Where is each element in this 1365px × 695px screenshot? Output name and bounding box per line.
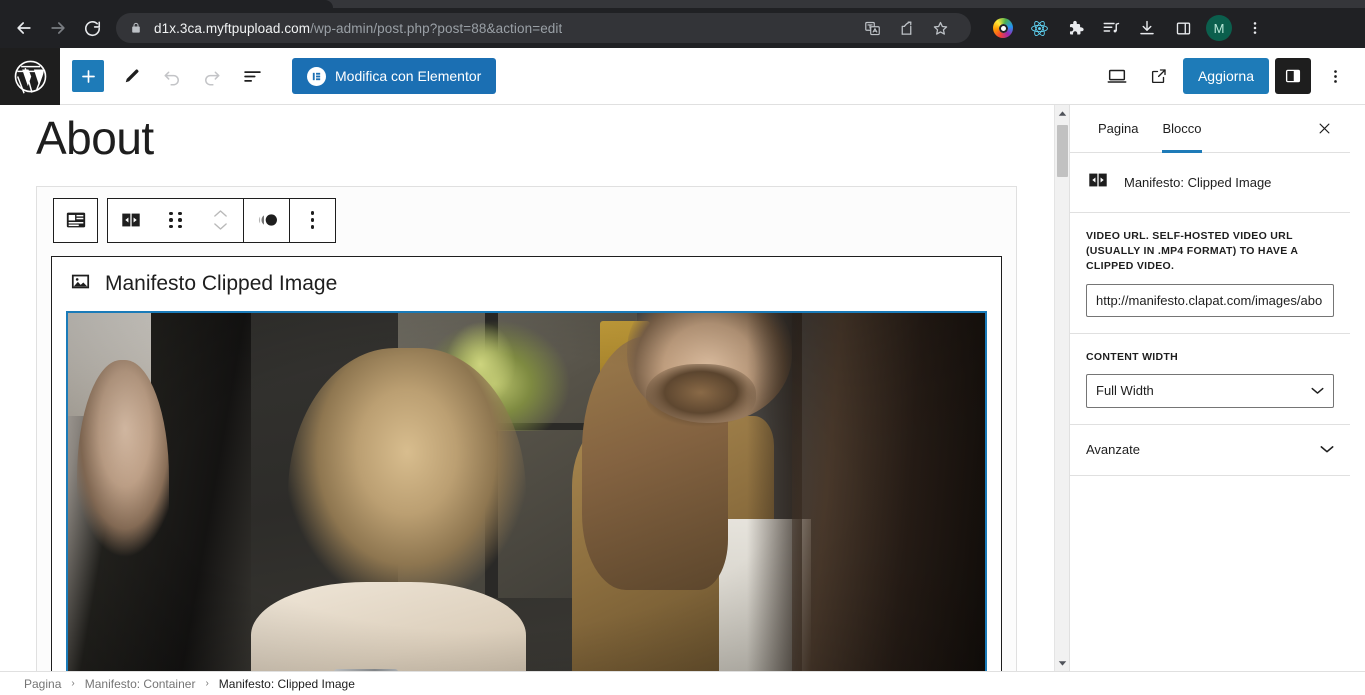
forward-arrow-icon[interactable] bbox=[42, 12, 74, 44]
browser-toolbar: d1x.3ca.myftpupload.com/wp-admin/post.ph… bbox=[0, 8, 1365, 48]
redo-icon bbox=[194, 58, 230, 94]
content-width-label: CONTENT WIDTH bbox=[1086, 350, 1178, 363]
document-list-view-icon[interactable] bbox=[234, 58, 270, 94]
editor-canvas-pane: About Manifesto Clipped Image bbox=[0, 105, 1069, 671]
chevron-down-icon bbox=[1311, 383, 1324, 398]
scroll-down-arrow-icon[interactable] bbox=[1055, 655, 1069, 671]
main-area: About Manifesto Clipped Image Pagina Blo… bbox=[0, 105, 1365, 671]
container-block[interactable]: Manifesto Clipped Image bbox=[36, 185, 1017, 671]
elementor-button-label: Modifica con Elementor bbox=[335, 68, 482, 84]
clipped-image-block-icon[interactable] bbox=[108, 199, 153, 242]
image-block-icon bbox=[70, 271, 91, 297]
profile-avatar[interactable]: M bbox=[1206, 15, 1232, 41]
browser-chrome: d1x.3ca.myftpupload.com/wp-admin/post.ph… bbox=[0, 0, 1365, 48]
three-dot-options-icon[interactable] bbox=[1317, 58, 1353, 94]
block-title: Manifesto Clipped Image bbox=[105, 271, 338, 295]
chrome-circle-icon[interactable] bbox=[987, 12, 1019, 44]
chevron-down-icon bbox=[1320, 441, 1334, 459]
parent-container-icon[interactable] bbox=[53, 197, 98, 243]
url-path: /wp-admin/post.php?post=88&action=edit bbox=[310, 20, 563, 36]
breadcrumb-item-pagina[interactable]: Pagina bbox=[24, 677, 61, 691]
pencil-tools-icon[interactable] bbox=[114, 58, 150, 94]
translate-icon[interactable] bbox=[856, 12, 888, 44]
sidebar-block-row: Manifesto: Clipped Image bbox=[1070, 153, 1350, 213]
elementor-badge-icon bbox=[307, 66, 326, 86]
tab-strip bbox=[0, 0, 1365, 8]
elementor-edit-button[interactable]: Modifica con Elementor bbox=[292, 58, 497, 94]
url-text: d1x.3ca.myftpupload.com/wp-admin/post.ph… bbox=[154, 21, 562, 36]
sidebar-tabs: Pagina Blocco bbox=[1070, 105, 1350, 153]
breadcrumb-separator-2: › bbox=[205, 678, 209, 689]
breadcrumb-separator: › bbox=[71, 678, 75, 689]
photo-people-office bbox=[68, 312, 985, 671]
breadcrumb-item-container[interactable]: Manifesto: Container bbox=[85, 677, 196, 691]
wordpress-editor-header: Modifica con Elementor Aggiorna bbox=[0, 47, 1365, 105]
page-title[interactable]: About bbox=[0, 105, 1069, 164]
reload-icon[interactable] bbox=[76, 12, 108, 44]
clipped-image-block-icon bbox=[1086, 169, 1110, 196]
scroll-up-arrow-icon[interactable] bbox=[1055, 105, 1069, 121]
clipped-image-preview[interactable] bbox=[66, 310, 987, 671]
react-devtools-icon[interactable] bbox=[1023, 12, 1055, 44]
breadcrumb: Pagina › Manifesto: Container › Manifest… bbox=[0, 671, 1365, 695]
editor-header-right: Aggiorna bbox=[1099, 58, 1365, 94]
move-down-icon bbox=[214, 223, 227, 230]
address-bar[interactable]: d1x.3ca.myftpupload.com/wp-admin/post.ph… bbox=[116, 13, 971, 43]
share-icon[interactable] bbox=[890, 12, 922, 44]
external-link-preview-icon[interactable] bbox=[1141, 58, 1177, 94]
advanced-panel[interactable]: Avanzate bbox=[1070, 425, 1350, 476]
editor-tools: Modifica con Elementor bbox=[60, 58, 497, 94]
block-toolbar-main bbox=[107, 197, 336, 243]
lock-icon bbox=[130, 21, 142, 35]
extensions-puzzle-icon[interactable] bbox=[1059, 12, 1091, 44]
settings-sidebar-toggle-icon[interactable] bbox=[1275, 58, 1311, 94]
download-icon[interactable] bbox=[1131, 12, 1163, 44]
side-panel-icon[interactable] bbox=[1167, 12, 1199, 44]
animation-icon[interactable] bbox=[244, 199, 289, 242]
undo-icon bbox=[154, 58, 190, 94]
scrollbar-thumb[interactable] bbox=[1057, 125, 1068, 177]
update-button[interactable]: Aggiorna bbox=[1182, 58, 1269, 94]
video-url-input[interactable] bbox=[1086, 283, 1334, 317]
url-host: d1x.3ca.myftpupload.com bbox=[154, 20, 311, 36]
move-block-buttons[interactable] bbox=[198, 199, 243, 242]
block-toolbar bbox=[53, 197, 336, 243]
back-arrow-icon[interactable] bbox=[8, 12, 40, 44]
content-width-value: Full Width bbox=[1096, 383, 1154, 399]
breadcrumb-item-current[interactable]: Manifesto: Clipped Image bbox=[219, 677, 355, 691]
wordpress-logo[interactable] bbox=[0, 47, 60, 105]
sidebar-block-name: Manifesto: Clipped Image bbox=[1124, 175, 1272, 190]
content-width-section: CONTENT WIDTH Full Width bbox=[1070, 334, 1350, 425]
content-width-select[interactable]: Full Width bbox=[1086, 373, 1334, 408]
clipped-image-block[interactable]: Manifesto Clipped Image bbox=[51, 255, 1002, 671]
drag-handle-icon[interactable] bbox=[153, 199, 198, 242]
playlist-icon[interactable] bbox=[1095, 12, 1127, 44]
video-url-section: VIDEO URL. SELF-HOSTED VIDEO URL (USUALL… bbox=[1070, 213, 1350, 334]
add-block-button[interactable] bbox=[72, 60, 104, 92]
star-icon[interactable] bbox=[924, 12, 956, 44]
block-options-icon[interactable] bbox=[290, 199, 335, 242]
video-url-label: VIDEO URL. SELF-HOSTED VIDEO URL (USUALL… bbox=[1086, 230, 1298, 273]
block-header: Manifesto Clipped Image bbox=[52, 271, 1001, 311]
move-up-icon bbox=[214, 210, 227, 217]
desktop-view-icon[interactable] bbox=[1099, 58, 1135, 94]
editor-scrollbar[interactable] bbox=[1054, 105, 1069, 671]
advanced-panel-title: Avanzate bbox=[1086, 442, 1140, 458]
tab-blocco[interactable]: Blocco bbox=[1150, 105, 1213, 153]
active-tab[interactable] bbox=[0, 0, 333, 8]
three-dot-menu-icon[interactable] bbox=[1239, 12, 1271, 44]
tab-pagina[interactable]: Pagina bbox=[1086, 105, 1150, 153]
settings-sidebar: Pagina Blocco Manifesto: Clipped Image V… bbox=[1069, 105, 1350, 671]
extension-icons: M bbox=[985, 12, 1273, 44]
close-icon[interactable] bbox=[1306, 111, 1342, 147]
omnibox-actions bbox=[855, 12, 957, 44]
